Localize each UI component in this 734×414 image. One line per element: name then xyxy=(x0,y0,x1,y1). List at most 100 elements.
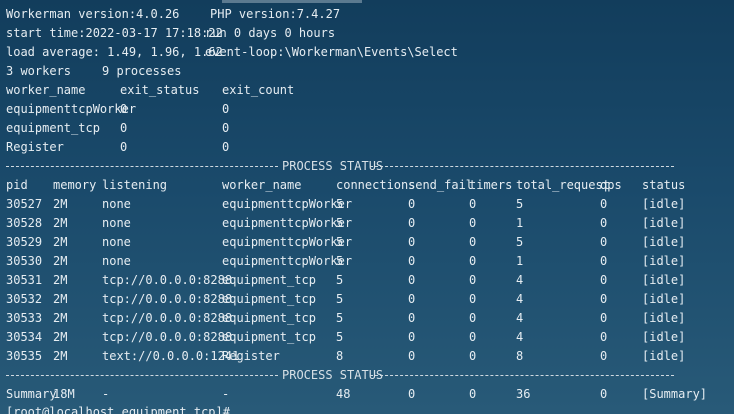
cell-status: [idle] xyxy=(642,292,686,306)
cell-status: [idle] xyxy=(642,349,686,363)
cell-timers: 0 xyxy=(469,292,477,306)
shell-prompt[interactable]: [root@localhost equipment_tcp]# xyxy=(6,403,230,414)
cell-total-request: 1 xyxy=(516,216,524,230)
cell-send-fail: 0 xyxy=(408,216,416,230)
col-worker-name: worker_name xyxy=(6,83,86,97)
process-status-separator-bottom: PROCESS STATUS xyxy=(6,366,674,385)
cell-total-request: 1 xyxy=(516,254,524,268)
cell-status: [idle] xyxy=(642,330,686,344)
cell-total-request: 4 xyxy=(516,273,524,287)
cell-send-fail: 0 xyxy=(408,292,416,306)
cell-pid: 30535 xyxy=(6,349,43,363)
dashed-line xyxy=(370,375,674,376)
cell-connections: 8 xyxy=(336,349,344,363)
col-send-fail: send_fail xyxy=(408,178,474,192)
cell-listening: none xyxy=(102,216,131,230)
cell-pid: 30531 xyxy=(6,273,43,287)
col-exit-count: exit_count xyxy=(222,83,295,97)
cell-total-request: 4 xyxy=(516,292,524,306)
cell-send-fail: 0 xyxy=(408,254,416,268)
cell-qps: 0 xyxy=(600,349,608,363)
dashed-line xyxy=(370,166,674,167)
cell-worker-name: equipment_tcp xyxy=(222,330,316,344)
cell-listening: none xyxy=(102,254,131,268)
php-version: PHP version:7.4.27 xyxy=(210,7,341,21)
worker-name: equipment_tcp xyxy=(6,121,100,135)
process-status-separator: PROCESS STATUS xyxy=(6,157,674,176)
cell-total-request: 4 xyxy=(516,330,524,344)
col-timers: timers xyxy=(469,178,513,192)
cell-qps: 0 xyxy=(600,330,608,344)
cell-memory: 2M xyxy=(53,197,68,211)
cell-connections: 5 xyxy=(336,292,344,306)
terminal-window[interactable]: Workerman version:4.0.26 PHP version:7.4… xyxy=(0,0,734,414)
cell-worker-name: equipment_tcp xyxy=(222,292,316,306)
cell-memory: 2M xyxy=(53,311,68,325)
exit-count: 0 xyxy=(222,140,230,154)
col-status: status xyxy=(642,178,686,192)
cell-worker-name: Register xyxy=(222,349,280,363)
run-time: run 0 days 0 hours xyxy=(205,26,336,40)
worker-name: Register xyxy=(6,140,64,154)
cell-pid: 30528 xyxy=(6,216,43,230)
cell-send-fail: 0 xyxy=(408,235,416,249)
cell-listening: tcp://0.0.0.0:8288 xyxy=(102,292,233,306)
cell-qps: 0 xyxy=(600,216,608,230)
cell-memory: 2M xyxy=(53,235,68,249)
cell-status: [idle] xyxy=(642,273,686,287)
exit-status: 0 xyxy=(120,121,128,135)
cell-connections: 5 xyxy=(336,254,344,268)
event-loop: event-loop:\Workerman\Events\Select xyxy=(205,45,458,59)
exit-count: 0 xyxy=(222,102,230,116)
cell-total-request: 8 xyxy=(516,349,524,363)
col-connections: connections xyxy=(336,178,416,192)
cell-qps: 0 xyxy=(600,311,608,325)
processes-count: 9 processes xyxy=(102,64,182,78)
summary-worker-name: - xyxy=(222,387,230,401)
dashed-line xyxy=(6,375,278,376)
cell-timers: 0 xyxy=(469,235,477,249)
cell-timers: 0 xyxy=(469,216,477,230)
cell-qps: 0 xyxy=(600,235,608,249)
cell-timers: 0 xyxy=(469,273,477,287)
cell-memory: 2M xyxy=(53,254,68,268)
cell-status: [idle] xyxy=(642,197,686,211)
col-listening: listening xyxy=(102,178,168,192)
summary-connections: 48 xyxy=(336,387,351,401)
cell-pid: 30527 xyxy=(6,197,43,211)
col-exit-status: exit_status xyxy=(120,83,200,97)
cell-worker-name: equipmenttcpWorker xyxy=(222,254,353,268)
cell-connections: 5 xyxy=(336,235,344,249)
col-qps: qps xyxy=(600,178,622,192)
cell-timers: 0 xyxy=(469,349,477,363)
summary-total-request: 36 xyxy=(516,387,531,401)
cell-connections: 5 xyxy=(336,273,344,287)
cell-send-fail: 0 xyxy=(408,197,416,211)
cell-send-fail: 0 xyxy=(408,311,416,325)
exit-status: 0 xyxy=(120,140,128,154)
cell-memory: 2M xyxy=(53,349,68,363)
summary-label: Summary xyxy=(6,387,57,401)
cell-connections: 5 xyxy=(336,311,344,325)
col-total-request: total_request xyxy=(516,178,610,192)
cell-pid: 30532 xyxy=(6,292,43,306)
cell-status: [idle] xyxy=(642,235,686,249)
cell-memory: 2M xyxy=(53,292,68,306)
summary-send-fail: 0 xyxy=(408,387,416,401)
cell-listening: tcp://0.0.0.0:8288 xyxy=(102,311,233,325)
cell-worker-name: equipment_tcp xyxy=(222,311,316,325)
workers-count: 3 workers xyxy=(6,64,72,78)
exit-status: 0 xyxy=(120,102,128,116)
cell-total-request: 5 xyxy=(516,235,524,249)
cell-connections: 5 xyxy=(336,197,344,211)
cell-pid: 30534 xyxy=(6,330,43,344)
cell-timers: 0 xyxy=(469,330,477,344)
summary-status: [Summary] xyxy=(642,387,708,401)
cell-send-fail: 0 xyxy=(408,330,416,344)
cell-memory: 2M xyxy=(53,330,68,344)
cell-connections: 5 xyxy=(336,216,344,230)
cell-listening: none xyxy=(102,197,131,211)
summary-timers: 0 xyxy=(469,387,477,401)
exit-count: 0 xyxy=(222,121,230,135)
cell-pid: 30530 xyxy=(6,254,43,268)
